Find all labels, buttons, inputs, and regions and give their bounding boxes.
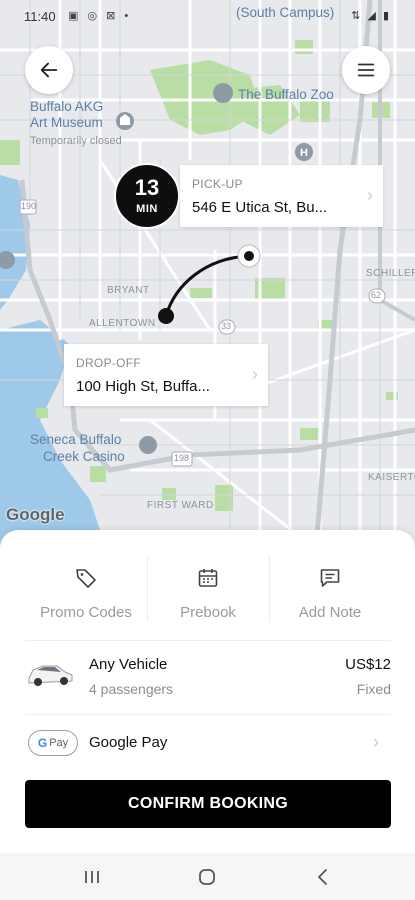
home-button[interactable] bbox=[192, 865, 222, 889]
promo-codes-label: Promo Codes bbox=[40, 604, 132, 621]
confirm-booking-button[interactable]: CONFIRM BOOKING bbox=[25, 780, 391, 828]
pickup-card[interactable]: PICK-UP 546 E Utica St, Bu... › bbox=[180, 165, 383, 227]
dropoff-title: DROP-OFF bbox=[76, 356, 142, 370]
vehicle-passengers: 4 passengers bbox=[89, 681, 174, 697]
back-button[interactable] bbox=[25, 46, 73, 94]
eta-badge: 13 MIN bbox=[114, 163, 180, 229]
hamburger-menu-icon bbox=[357, 63, 375, 77]
notification-icons: ▣ ◎ ⊠ • bbox=[68, 10, 132, 22]
map-label-allentown: ALLENTOWN bbox=[89, 318, 156, 329]
promo-codes-button[interactable]: Promo Codes bbox=[25, 556, 147, 626]
google-pay-icon: G Pay bbox=[28, 730, 78, 756]
chevron-right-icon: › bbox=[252, 364, 258, 384]
chevron-right-icon: › bbox=[373, 732, 379, 752]
status-time: 11:40 bbox=[24, 9, 56, 24]
map-label-schiller: SCHILLER bbox=[366, 268, 415, 279]
home-icon bbox=[199, 869, 215, 885]
chevron-right-icon: › bbox=[367, 185, 373, 205]
fare-price: US$12 bbox=[345, 656, 391, 673]
gpay-text: Pay bbox=[49, 737, 69, 749]
add-note-button[interactable]: Add Note bbox=[269, 556, 391, 626]
action-bar: Promo Codes Prebook Add Note bbox=[25, 556, 391, 626]
route-shield-190: 190 bbox=[21, 201, 37, 211]
system-nav-bar bbox=[0, 853, 415, 900]
route-shield-33: 33 bbox=[221, 321, 232, 331]
payment-method-name: Google Pay bbox=[89, 734, 168, 751]
payment-method-selector[interactable]: G Pay Google Pay › bbox=[25, 728, 391, 758]
google-attribution: Google bbox=[6, 505, 65, 524]
map-label-bryant: BRYANT bbox=[107, 285, 150, 296]
booking-sheet: Promo Codes Prebook Add Note Any Vehicle… bbox=[0, 530, 415, 853]
eta-unit: MIN bbox=[136, 203, 158, 215]
car-icon bbox=[28, 665, 73, 686]
map-label-temporarily-closed: Temporarily closed bbox=[30, 135, 122, 147]
recent-apps-icon bbox=[85, 871, 99, 883]
route-shield-198: 198 bbox=[174, 453, 190, 463]
status-bar: 11:40 ▣ ◎ ⊠ • ⇅ ◢ ▮ bbox=[0, 0, 415, 32]
map-label-creek-casino: Creek Casino bbox=[43, 449, 125, 464]
prebook-button[interactable]: Prebook bbox=[147, 556, 269, 626]
map-label-buffalo-akg: Buffalo AKG bbox=[30, 99, 104, 114]
note-icon bbox=[320, 569, 340, 587]
system-status-icons: ⇅ ◢ ▮ bbox=[351, 10, 391, 22]
divider bbox=[25, 714, 391, 715]
vehicle-selector[interactable]: Any Vehicle 4 passengers US$12 Fixed bbox=[25, 650, 391, 708]
map-label-art-museum: Art Museum bbox=[30, 115, 103, 130]
pickup-address: 546 E Utica St, Bu... bbox=[192, 199, 328, 216]
menu-button[interactable] bbox=[342, 46, 390, 94]
prebook-label: Prebook bbox=[180, 604, 236, 621]
divider bbox=[25, 640, 391, 641]
eta-value: 13 bbox=[134, 175, 160, 200]
map-label-kaisertown: KAISERTOWN bbox=[368, 472, 415, 483]
calendar-icon bbox=[198, 569, 218, 587]
recent-apps-button[interactable] bbox=[77, 865, 107, 889]
map-label-buffalo-zoo: The Buffalo Zoo bbox=[238, 87, 334, 102]
route-shield-62: 62 bbox=[371, 290, 382, 300]
chevron-left-icon bbox=[318, 869, 327, 885]
fare-type: Fixed bbox=[356, 681, 391, 697]
map-label-seneca-buffalo: Seneca Buffalo bbox=[30, 432, 122, 447]
pickup-title: PICK-UP bbox=[192, 177, 243, 191]
dropoff-address: 100 High St, Buffa... bbox=[76, 378, 210, 395]
add-note-label: Add Note bbox=[298, 604, 362, 621]
svg-text:H: H bbox=[300, 147, 308, 159]
map-label-first-ward: FIRST WARD bbox=[147, 500, 214, 511]
tag-icon bbox=[76, 569, 96, 588]
dropoff-card[interactable]: DROP-OFF 100 High St, Buffa... › bbox=[64, 344, 268, 406]
gpay-g: G bbox=[37, 736, 48, 750]
system-back-button[interactable] bbox=[308, 865, 338, 889]
vehicle-name: Any Vehicle bbox=[89, 656, 168, 673]
arrow-left-icon bbox=[40, 62, 58, 78]
